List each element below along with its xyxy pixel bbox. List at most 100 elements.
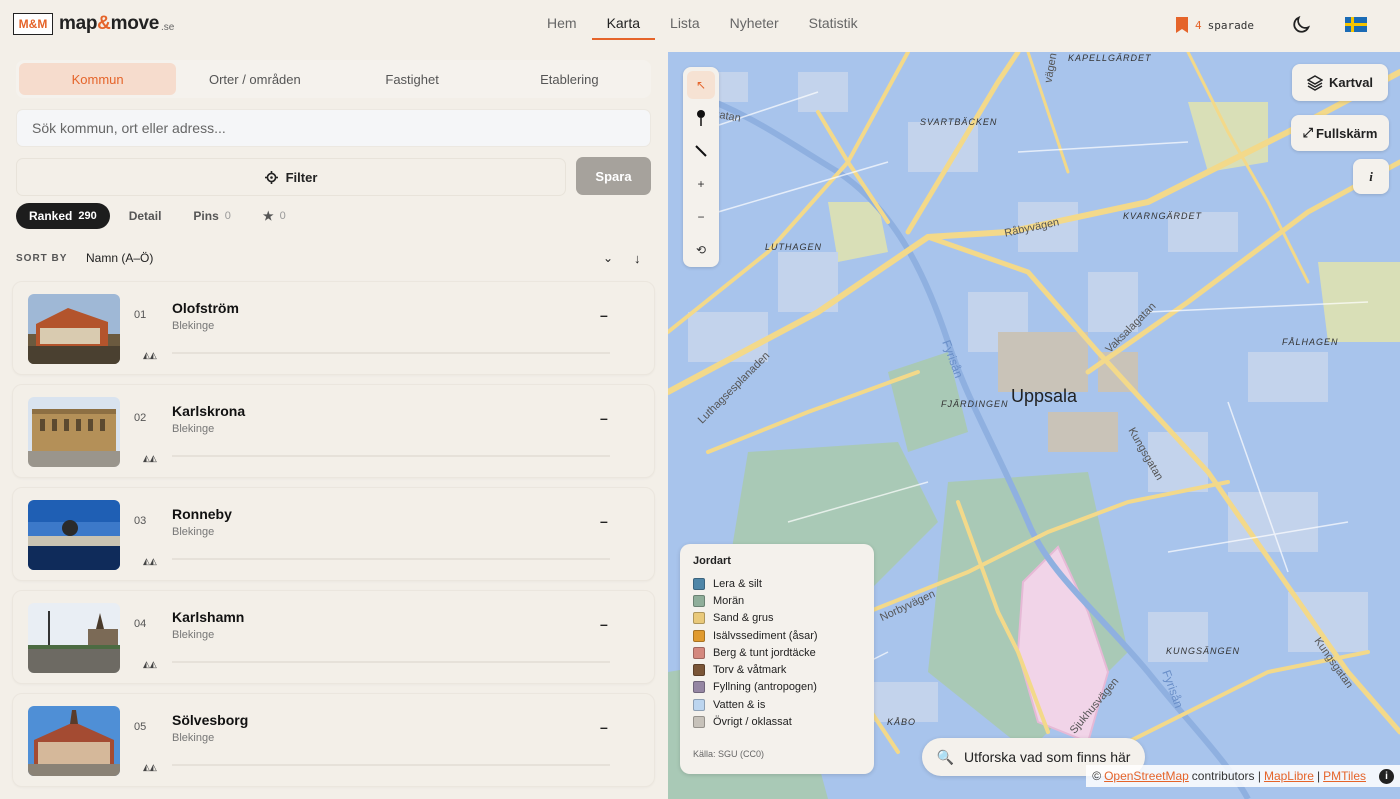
district-label: LUTHAGEN bbox=[765, 242, 823, 252]
pmtiles-link[interactable]: PMTiles bbox=[1323, 769, 1366, 783]
saved-label: sparade bbox=[1207, 18, 1254, 32]
list-item[interactable]: 05 Sölvesborg Blekinge – ◭◭ bbox=[12, 693, 655, 787]
sort-control: SORT BY Namn (A–Ö) ⌄ ↓ bbox=[16, 250, 651, 266]
legend-source: Källa: SGU (CC0) bbox=[693, 749, 765, 759]
tab-detail[interactable]: Detail bbox=[116, 203, 175, 229]
score-value: – bbox=[600, 616, 608, 632]
logo[interactable]: M&M map&move .se bbox=[13, 13, 174, 35]
nav-karta[interactable]: Karta bbox=[591, 15, 656, 40]
dark-mode-icon[interactable] bbox=[1290, 14, 1312, 36]
score-value: – bbox=[600, 513, 608, 529]
info-button[interactable]: i bbox=[1353, 159, 1389, 194]
saved-count: 4 bbox=[1195, 18, 1202, 32]
nav-nyheter[interactable]: Nyheter bbox=[715, 15, 794, 40]
rank-number: 01 bbox=[134, 309, 147, 321]
search-icon: 🔍 bbox=[936, 748, 954, 765]
layers-button[interactable]: Kartval bbox=[1292, 64, 1388, 101]
legend-label: Övrigt / oklassat bbox=[713, 716, 792, 729]
measure-tool-icon[interactable] bbox=[687, 137, 715, 165]
saved-button[interactable]: 4 sparade bbox=[1175, 16, 1254, 34]
chevron-down-icon[interactable]: ⌄ bbox=[603, 251, 613, 265]
list-item[interactable]: 01 Olofström Blekinge – ◭◭ bbox=[12, 281, 655, 375]
attribution-info-icon[interactable]: i bbox=[1379, 768, 1394, 784]
tab-fastighet[interactable]: Fastighet bbox=[334, 63, 491, 95]
osm-link[interactable]: OpenStreetMap bbox=[1104, 769, 1189, 783]
legend-swatch bbox=[693, 716, 705, 729]
sort-select[interactable]: Namn (A–Ö) bbox=[86, 251, 153, 265]
legend-label: Vatten & is bbox=[713, 698, 766, 711]
ranked-list: 01 Olofström Blekinge – ◭◭ 02 Karlskrona… bbox=[12, 281, 655, 796]
score-bar bbox=[172, 558, 610, 560]
city-label: Uppsala bbox=[1011, 386, 1078, 406]
tab-kommun[interactable]: Kommun bbox=[19, 63, 177, 95]
layers-label: Kartval bbox=[1328, 75, 1374, 90]
district-label: SVARTBÄCKEN bbox=[920, 117, 998, 127]
item-name: Sölvesborg bbox=[172, 712, 249, 728]
compare-icon[interactable]: ◭◭ bbox=[143, 556, 157, 567]
legend-swatch bbox=[693, 646, 705, 659]
compare-icon[interactable]: ◭◭ bbox=[143, 659, 157, 670]
sort-direction-icon[interactable]: ↓ bbox=[634, 251, 641, 266]
tab-ranked[interactable]: Ranked 290 bbox=[16, 203, 110, 229]
sidebar: Kommun Orter / områden Fastighet Etabler… bbox=[0, 52, 668, 799]
legend-item: Morän bbox=[693, 592, 861, 609]
legend-label: Fyllning (antropogen) bbox=[713, 681, 817, 694]
thumbnail-image bbox=[28, 706, 120, 776]
rank-number: 02 bbox=[134, 412, 147, 424]
nav-hem[interactable]: Hem bbox=[532, 15, 592, 40]
tab-favorites[interactable]: ★ 0 bbox=[250, 203, 299, 229]
item-name: Karlskrona bbox=[172, 403, 246, 419]
pin-tool-icon[interactable] bbox=[687, 104, 715, 132]
item-region: Blekinge bbox=[172, 732, 215, 744]
tab-orter[interactable]: Orter / områden bbox=[176, 63, 333, 95]
fullscreen-button[interactable]: ⤢ Fullskärm bbox=[1291, 115, 1389, 151]
score-value: – bbox=[600, 719, 608, 735]
legend-item: Sand & grus bbox=[693, 610, 861, 627]
list-item[interactable]: 04 Karlshamn Blekinge – ◭◭ bbox=[12, 590, 655, 684]
swedish-flag-icon[interactable] bbox=[1345, 17, 1367, 32]
reset-icon[interactable]: ⟲ bbox=[687, 236, 715, 264]
legend-swatch bbox=[693, 681, 705, 694]
soil-legend: Jordart Lera & silt Morän Sand & grus Isälv… bbox=[680, 544, 874, 774]
cursor-tool-icon[interactable]: ↖ bbox=[687, 71, 715, 99]
compare-icon[interactable]: ◭◭ bbox=[143, 453, 157, 464]
legend-title: Jordart bbox=[693, 555, 731, 567]
legend-label: Morän bbox=[713, 594, 745, 607]
expand-icon: ⤢ bbox=[1302, 125, 1313, 140]
legend-swatch bbox=[693, 612, 705, 625]
search-type-tabs: Kommun Orter / områden Fastighet Etabler… bbox=[16, 60, 651, 98]
legend-swatch bbox=[693, 629, 705, 642]
filter-label: Filter bbox=[285, 169, 318, 185]
search-input[interactable] bbox=[16, 109, 651, 147]
compare-icon[interactable]: ◭◭ bbox=[143, 762, 157, 773]
list-item[interactable]: 02 Karlskrona Blekinge – ◭◭ bbox=[12, 384, 655, 478]
star-icon: ★ bbox=[262, 209, 274, 223]
save-button[interactable]: Spara bbox=[576, 157, 651, 195]
nav-lista[interactable]: Lista bbox=[655, 15, 715, 40]
legend-swatch bbox=[693, 577, 705, 590]
legend-label: Torv & våtmark bbox=[713, 664, 787, 677]
maplibre-link[interactable]: MapLibre bbox=[1264, 769, 1314, 783]
legend-item: Lera & silt bbox=[693, 575, 861, 592]
compare-icon[interactable]: ◭◭ bbox=[143, 350, 157, 361]
thumbnail-image bbox=[28, 500, 120, 570]
item-region: Blekinge bbox=[172, 526, 215, 538]
legend-item: Torv & våtmark bbox=[693, 661, 861, 678]
legend-item: Fyllning (antropogen) bbox=[693, 679, 861, 696]
bookmark-icon bbox=[1176, 17, 1188, 33]
fullscreen-label: Fullskärm bbox=[1315, 125, 1378, 141]
map-view[interactable]: KAPELLGÄRDET SVARTBÄCKEN KVARNGÄRDET LUT… bbox=[668, 52, 1400, 799]
filter-button[interactable]: Filter bbox=[16, 158, 566, 196]
zoom-in-icon[interactable]: + bbox=[687, 170, 715, 198]
sort-label: SORT BY bbox=[16, 252, 68, 264]
nav-statistik[interactable]: Statistik bbox=[794, 15, 873, 40]
score-value: – bbox=[600, 410, 608, 426]
rank-number: 04 bbox=[134, 618, 147, 630]
legend-label: Isälvssediment (åsar) bbox=[713, 629, 818, 642]
gear-icon bbox=[264, 170, 278, 184]
list-item[interactable]: 03 Ronneby Blekinge – ◭◭ bbox=[12, 487, 655, 581]
district-label: KÅBO bbox=[887, 717, 917, 727]
zoom-out-icon[interactable]: − bbox=[687, 203, 715, 231]
tab-pins[interactable]: Pins 0 bbox=[180, 203, 243, 229]
tab-etablering[interactable]: Etablering bbox=[491, 63, 648, 95]
